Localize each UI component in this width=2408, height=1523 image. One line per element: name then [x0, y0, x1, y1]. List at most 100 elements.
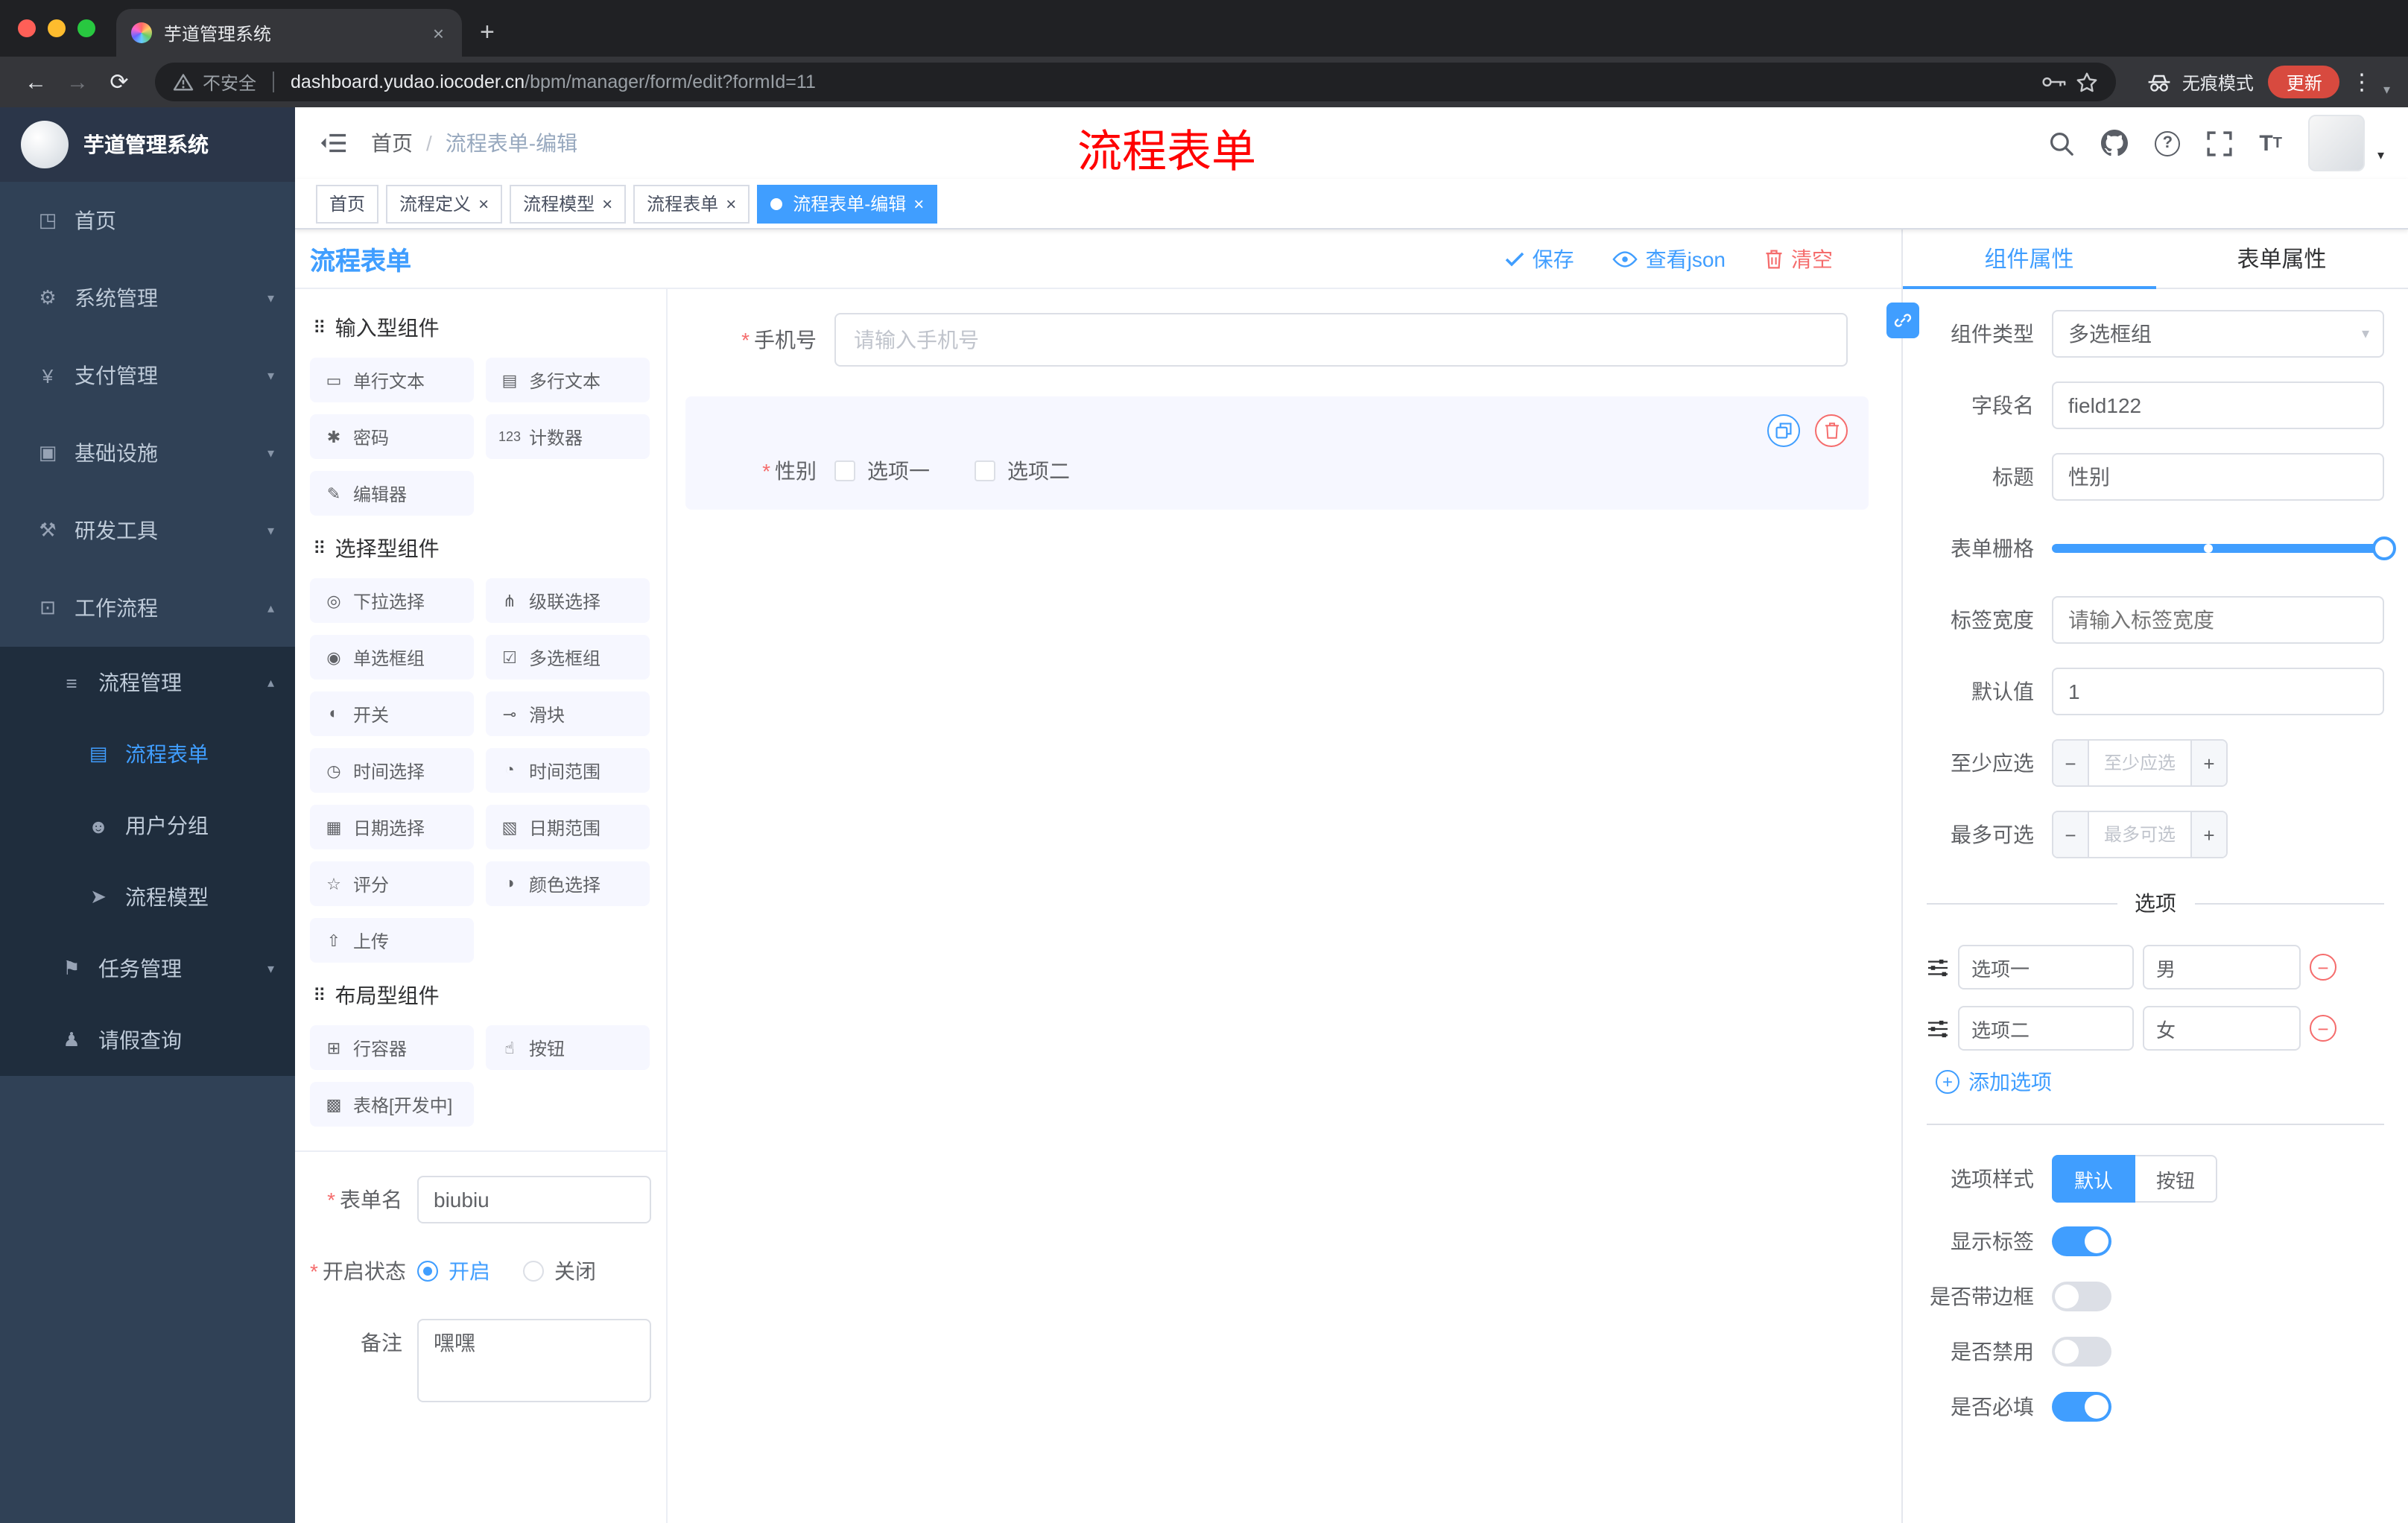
max-select-input[interactable]: [2089, 812, 2190, 857]
font-size-icon[interactable]: TT: [2259, 130, 2282, 156]
palette-item-table[interactable]: ▩ 表格[开发中]: [310, 1082, 474, 1127]
disabled-toggle[interactable]: [2052, 1337, 2111, 1367]
option-value-input[interactable]: [2143, 945, 2301, 990]
remove-option-icon[interactable]: −: [2310, 1015, 2336, 1042]
sidebar-item-task-management[interactable]: ⚑ 任务管理 ▾: [0, 933, 295, 1004]
reload-icon[interactable]: ⟳: [98, 61, 140, 103]
title-input[interactable]: [2052, 453, 2384, 501]
link-tag[interactable]: [1886, 303, 1919, 338]
tag-process-form[interactable]: 流程表单 ×: [633, 184, 750, 223]
close-icon[interactable]: ×: [478, 193, 489, 214]
palette-item-single-text[interactable]: ▭ 单行文本: [310, 358, 474, 402]
show-label-toggle[interactable]: [2052, 1226, 2111, 1256]
form-name-input[interactable]: [417, 1176, 651, 1223]
sidebar-item-process-model[interactable]: ➤ 流程模型: [0, 861, 295, 933]
clear-button[interactable]: 清空: [1764, 244, 1833, 273]
add-option-button[interactable]: + 添加选项: [1936, 1067, 2384, 1097]
min-select-input[interactable]: [2089, 741, 2190, 785]
palette-item-editor[interactable]: ✎ 编辑器: [310, 471, 474, 516]
palette-item-password[interactable]: ✱ 密码: [310, 414, 474, 459]
sidebar-item-infrastructure[interactable]: ▣ 基础设施 ▾: [0, 414, 295, 492]
sidebar-item-payment[interactable]: ¥ 支付管理 ▾: [0, 337, 295, 414]
palette-item-cascader[interactable]: ⋔ 级联选择: [486, 578, 650, 623]
url-omnibox[interactable]: 不安全 dashboard.yudao.iocoder.cn/bpm/manag…: [155, 63, 2117, 101]
palette-item-checkbox-group[interactable]: ☑ 多选框组: [486, 635, 650, 680]
collapse-sidebar-icon[interactable]: [319, 131, 347, 155]
search-icon[interactable]: [2049, 130, 2074, 156]
tab-form-props[interactable]: 表单属性: [2155, 229, 2408, 288]
minus-icon[interactable]: −: [2053, 741, 2089, 785]
option-value-input[interactable]: [2143, 1006, 2301, 1051]
plus-icon[interactable]: +: [2190, 741, 2226, 785]
palette-item-row-container[interactable]: ⊞ 行容器: [310, 1025, 474, 1070]
avatar-caret-icon[interactable]: ▾: [2377, 147, 2384, 163]
tag-process-model[interactable]: 流程模型 ×: [510, 184, 627, 223]
sidebar-item-devtools[interactable]: ⚒ 研发工具 ▾: [0, 492, 295, 569]
palette-item-time-picker[interactable]: ◷ 时间选择: [310, 748, 474, 793]
close-icon[interactable]: ×: [602, 193, 612, 214]
browser-menu-icon[interactable]: ⋮: [2340, 69, 2383, 95]
browser-update-button[interactable]: 更新: [2268, 66, 2340, 98]
minus-icon[interactable]: −: [2053, 812, 2089, 857]
tag-process-definition[interactable]: 流程定义 ×: [386, 184, 503, 223]
close-icon[interactable]: ×: [726, 193, 736, 214]
bookmark-star-icon[interactable]: [2076, 71, 2099, 93]
close-window-button[interactable]: [18, 19, 36, 37]
status-off-radio[interactable]: 关闭: [523, 1256, 596, 1286]
palette-item-counter[interactable]: 123 计数器: [486, 414, 650, 459]
sidebar-item-system[interactable]: ⚙ 系统管理 ▾: [0, 259, 295, 337]
palette-item-date-range[interactable]: ▧ 日期范围: [486, 805, 650, 849]
sidebar-item-process-management[interactable]: ≡ 流程管理 ▴: [0, 647, 295, 718]
palette-item-slider[interactable]: ⊸ 滑块: [486, 691, 650, 736]
gender-option1-checkbox[interactable]: 选项一: [834, 456, 930, 486]
field-name-input[interactable]: [2052, 381, 2384, 429]
palette-item-time-range[interactable]: ◔ 时间范围: [486, 748, 650, 793]
delete-widget-button[interactable]: [1815, 414, 1848, 447]
drag-handle-icon[interactable]: [1927, 1019, 1949, 1038]
minimize-window-button[interactable]: [48, 19, 66, 37]
form-remark-textarea[interactable]: 嘿嘿: [417, 1319, 651, 1402]
plus-icon[interactable]: +: [2190, 812, 2226, 857]
sidebar-item-process-form[interactable]: ▤ 流程表单: [0, 718, 295, 790]
style-button-button[interactable]: 按钮: [2135, 1155, 2218, 1203]
default-value-input[interactable]: [2052, 668, 2384, 715]
status-on-radio[interactable]: 开启: [417, 1256, 490, 1286]
label-width-input[interactable]: [2052, 596, 2384, 644]
help-icon[interactable]: ?: [2155, 130, 2181, 156]
palette-item-select[interactable]: ◎ 下拉选择: [310, 578, 474, 623]
palette-item-button[interactable]: ☝ 按钮: [486, 1025, 650, 1070]
drag-handle-icon[interactable]: [1927, 957, 1949, 977]
palette-item-switch[interactable]: ◐ 开关: [310, 691, 474, 736]
required-toggle[interactable]: [2052, 1392, 2111, 1422]
phone-input[interactable]: [834, 313, 1848, 367]
tag-process-form-edit[interactable]: 流程表单-编辑 ×: [757, 184, 938, 223]
option-label-input[interactable]: [1958, 1006, 2134, 1051]
forward-icon[interactable]: →: [57, 61, 98, 103]
view-json-button[interactable]: 查看json: [1612, 244, 1726, 273]
sidebar-item-home[interactable]: ◳ 首页: [0, 182, 295, 259]
save-button[interactable]: 保存: [1506, 244, 1574, 273]
style-default-button[interactable]: 默认: [2052, 1155, 2136, 1203]
palette-item-date-picker[interactable]: ▦ 日期选择: [310, 805, 474, 849]
browser-tab[interactable]: 芋道管理系统 ×: [116, 9, 462, 57]
palette-item-radio-group[interactable]: ◉ 单选框组: [310, 635, 474, 680]
tab-component-props[interactable]: 组件属性: [1903, 229, 2155, 289]
sidebar-item-user-group[interactable]: ☻ 用户分组: [0, 790, 295, 861]
tag-home[interactable]: 首页: [316, 184, 379, 223]
security-label[interactable]: 不安全: [203, 69, 256, 95]
tab-close-icon[interactable]: ×: [430, 22, 447, 44]
slider-handle[interactable]: [2372, 536, 2396, 560]
user-avatar[interactable]: [2308, 115, 2366, 171]
palette-item-upload[interactable]: ⇧ 上传: [310, 918, 474, 963]
border-toggle[interactable]: [2052, 1282, 2111, 1311]
copy-widget-button[interactable]: [1767, 414, 1800, 447]
new-tab-button[interactable]: +: [462, 9, 513, 57]
breadcrumb-home[interactable]: 首页: [371, 128, 413, 158]
widget-phone[interactable]: 手机号: [685, 310, 1869, 381]
palette-item-color-picker[interactable]: ◑ 颜色选择: [486, 861, 650, 906]
option-label-input[interactable]: [1958, 945, 2134, 990]
sidebar-item-workflow[interactable]: ⊡ 工作流程 ▴: [0, 569, 295, 647]
remove-option-icon[interactable]: −: [2310, 954, 2336, 981]
chevron-down-icon[interactable]: ▾: [2383, 81, 2393, 98]
palette-item-multi-text[interactable]: ▤ 多行文本: [486, 358, 650, 402]
